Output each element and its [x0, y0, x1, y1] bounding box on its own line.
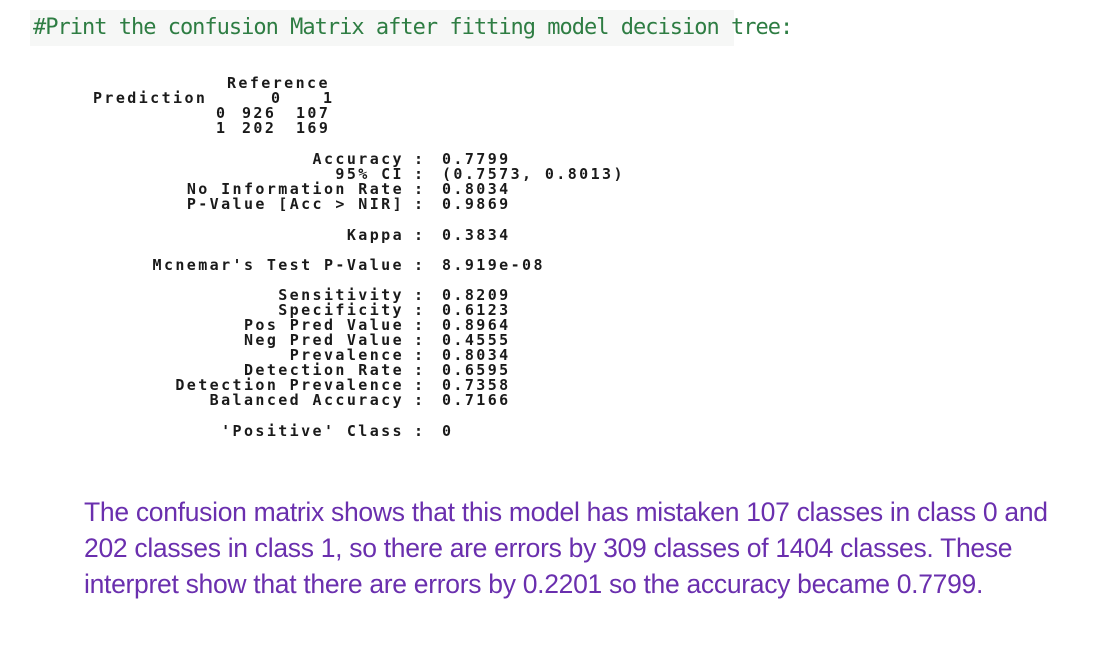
stat-row: 'Positive' Class : 0: [0, 424, 1094, 439]
stat-row: Balanced Accuracy : 0.7166: [0, 393, 1094, 408]
stat-separator: :: [414, 226, 426, 244]
stat-row: P-Value [Acc > NIR] : 0.9869: [0, 197, 1094, 212]
stat-row: Detection Rate : 0.6595: [0, 363, 1094, 378]
stat-value: 8.919e-08: [442, 256, 545, 274]
stat-label: Kappa: [346, 226, 404, 244]
stat-row: Pos Pred Value : 0.8964: [0, 318, 1094, 333]
stat-row: Kappa : 0.3834: [0, 228, 1094, 243]
cell-1-0: 202: [242, 119, 277, 137]
stat-row: Sensitivity : 0.8209: [0, 288, 1094, 303]
stat-separator: :: [414, 422, 426, 440]
stat-separator: :: [414, 391, 426, 409]
stat-row: Detection Prevalence : 0.7358: [0, 378, 1094, 393]
stat-row: Prevalence : 0.8034: [0, 348, 1094, 363]
stat-label: Balanced Accuracy: [209, 391, 404, 409]
stat-value: 0.7166: [442, 391, 511, 409]
code-cell-comment: #Print the confusion Matrix after fittin…: [30, 10, 793, 46]
stat-row: Mcnemar's Test P-Value : 8.919e-08: [0, 258, 1094, 273]
stat-row: 95% CI : (0.7573, 0.8013): [0, 167, 1094, 182]
row-label-1: 1: [216, 119, 228, 137]
cell-1-1: 169: [296, 119, 331, 137]
stat-value: 0: [442, 422, 454, 440]
prediction-label: Prediction: [93, 89, 208, 107]
stat-separator: :: [414, 195, 426, 213]
interpretation-paragraph: The confusion matrix shows that this mod…: [84, 497, 1048, 599]
stat-row: Specificity : 0.6123: [0, 303, 1094, 318]
stat-label: Mcnemar's Test P-Value: [152, 256, 404, 274]
stat-separator: :: [414, 256, 426, 274]
stat-row: Neg Pred Value : 0.4555: [0, 333, 1094, 348]
stat-label: P-Value [Acc > NIR]: [186, 195, 404, 213]
stat-value: 0.9869: [442, 195, 511, 213]
stat-row: No Information Rate : 0.8034: [0, 182, 1094, 197]
stat-value: 0.3834: [442, 226, 511, 244]
stat-label: 'Positive' Class: [221, 422, 404, 440]
